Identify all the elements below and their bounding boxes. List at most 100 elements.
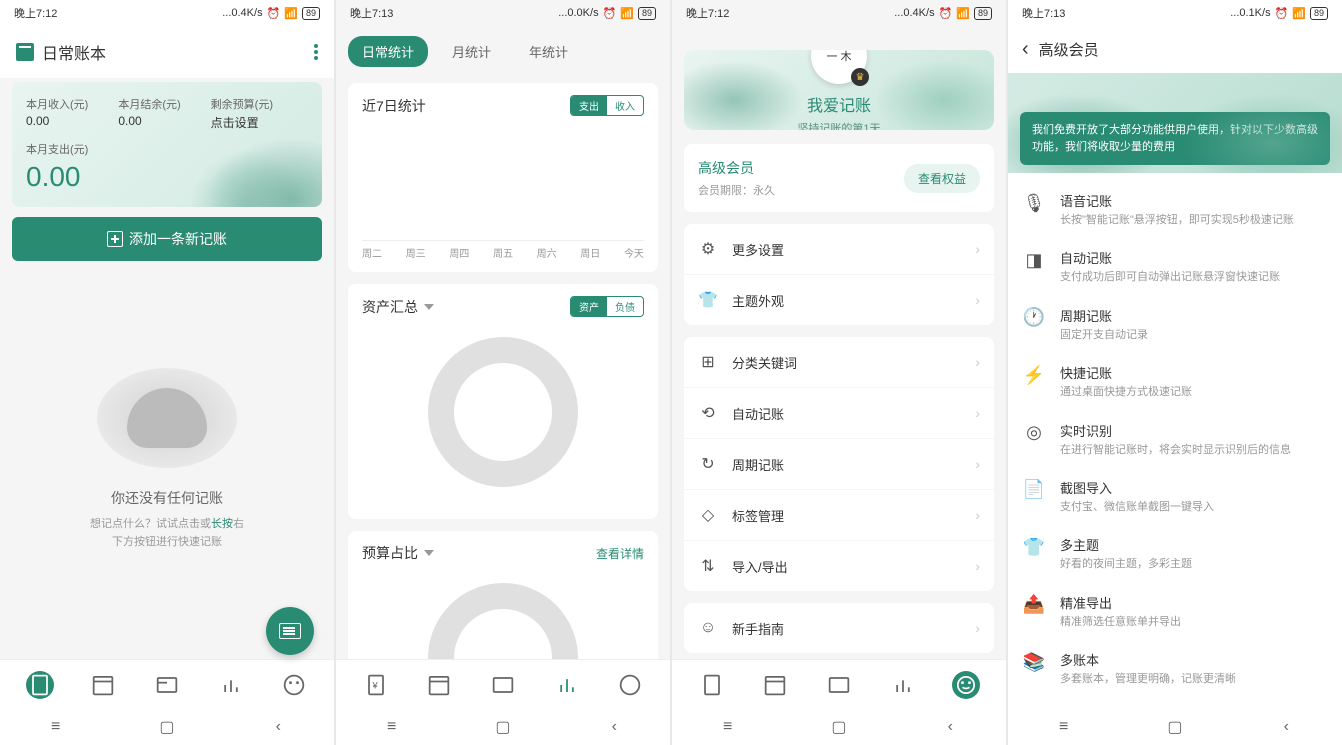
feature-multibook[interactable]: 📚多账本多套账本，管理更明确，记账更清晰 — [1022, 640, 1328, 697]
feature-export[interactable]: 📤精准导出精准筛选任意账单并导出 — [1022, 583, 1328, 640]
row-period[interactable]: ↻ 周期记账 › — [684, 439, 994, 490]
nav-mine-icon[interactable] — [616, 671, 644, 699]
sys-home-icon[interactable]: ▢ — [1166, 718, 1184, 736]
book-icon — [16, 43, 34, 61]
tab-daily[interactable]: 日常统计 — [348, 36, 428, 67]
card-title[interactable]: 预算占比 — [362, 543, 418, 563]
feat-title: 快捷记账 — [1060, 363, 1328, 382]
tab-monthly[interactable]: 月统计 — [438, 36, 505, 67]
nav-stats-icon[interactable] — [889, 671, 917, 699]
row-label: 分类关键词 — [732, 353, 975, 372]
view-benefits-button[interactable]: 查看权益 — [904, 164, 980, 193]
row-label: 更多设置 — [732, 240, 975, 259]
card-budget: 预算占比 查看详情 — [348, 531, 658, 659]
export-icon: 📤 — [1022, 593, 1046, 617]
feat-desc: 长按"智能记账"悬浮按钮，即可实现5秒极速记账 — [1060, 213, 1328, 228]
ledger-title[interactable]: 日常账本 — [42, 40, 314, 64]
sys-menu-icon[interactable]: ≡ — [47, 718, 65, 736]
feature-screenshot[interactable]: 📄截图导入支付宝、微信账单截图一键导入 — [1022, 468, 1328, 525]
row-tag[interactable]: ◇ 标签管理 › — [684, 490, 994, 541]
income-label: 本月收入(元) — [26, 96, 88, 112]
feature-theme[interactable]: 👕多主题好看的夜间主题，多彩主题 — [1022, 525, 1328, 582]
row-guide[interactable]: ☺ 新手指南 › — [684, 603, 994, 653]
vip-card[interactable]: 高级会员 会员期限：永久 查看权益 — [684, 144, 994, 212]
card-title[interactable]: 资产汇总 — [362, 297, 418, 317]
feat-desc: 通过桌面快捷方式极速记账 — [1060, 385, 1328, 400]
avatar[interactable]: 一 木 ♛ — [811, 50, 867, 84]
sys-back-icon[interactable]: ‹ — [1277, 718, 1295, 736]
tag-icon: ◇ — [698, 505, 718, 525]
row-auto[interactable]: ⟲ 自动记账 › — [684, 388, 994, 439]
io-icon: ⇅ — [698, 556, 718, 576]
card-7day: 近7日统计 支出 收入 周二 周三 周四 周五 周六 周日 今天 — [348, 83, 658, 272]
feature-quick[interactable]: ⚡快捷记账通过桌面快捷方式极速记账 — [1022, 353, 1328, 410]
nav-mine-icon[interactable] — [280, 671, 308, 699]
nav-calendar-icon[interactable] — [89, 671, 117, 699]
sys-home-icon[interactable]: ▢ — [830, 718, 848, 736]
nav-ledger-icon[interactable]: ¥ — [362, 671, 390, 699]
feat-desc: 固定开支自动记录 — [1060, 328, 1328, 343]
nav-calendar-icon[interactable] — [761, 671, 789, 699]
nav-mine-icon[interactable] — [952, 671, 980, 699]
battery-icon: 89 — [974, 7, 992, 20]
status-right: ...0.4K/s ⏰ 📶 89 — [894, 7, 992, 20]
nav-ledger-icon[interactable] — [698, 671, 726, 699]
more-icon[interactable] — [314, 44, 318, 60]
row-category[interactable]: ⊞ 分类关键词 › — [684, 337, 994, 388]
nav-ledger-icon[interactable] — [26, 671, 54, 699]
nav-asset-icon[interactable] — [825, 671, 853, 699]
view-detail-link[interactable]: 查看详情 — [596, 545, 644, 562]
books-icon: 📚 — [1022, 650, 1046, 674]
toggle-expense[interactable]: 支出 — [571, 96, 607, 115]
nav-stats-icon[interactable] — [553, 671, 581, 699]
add-record-button[interactable]: 添加一条新记账 — [12, 217, 322, 261]
sys-menu-icon[interactable]: ≡ — [719, 718, 737, 736]
feat-title: 多账本 — [1060, 650, 1328, 669]
back-icon[interactable]: ‹ — [1022, 38, 1029, 61]
file-icon: 📄 — [1022, 478, 1046, 502]
feat-title: 自动记账 — [1060, 248, 1328, 267]
bottom-nav: ¥ — [336, 659, 670, 709]
alarm-icon: ⏰ — [603, 7, 617, 20]
row-import-export[interactable]: ⇅ 导入/导出 › — [684, 541, 994, 591]
row-more-settings[interactable]: ⚙ 更多设置 › — [684, 224, 994, 275]
sys-home-icon[interactable]: ▢ — [158, 718, 176, 736]
sys-back-icon[interactable]: ‹ — [269, 718, 287, 736]
toggle-asset-btn[interactable]: 资产 — [571, 297, 607, 316]
status-time: 晚上7:13 — [1022, 5, 1065, 21]
feature-period[interactable]: 🕐周期记账固定开支自动记录 — [1022, 296, 1328, 353]
sys-back-icon[interactable]: ‹ — [605, 718, 623, 736]
feature-realtime[interactable]: ◎实时识别在进行智能记账时，将会实时显示识别后的信息 — [1022, 411, 1328, 468]
system-nav: ≡ ▢ ‹ — [0, 709, 334, 745]
feat-title: 周期记账 — [1060, 306, 1328, 325]
feat-desc: 支付成功后即可自动弹出记账悬浮窗快速记账 — [1060, 270, 1328, 285]
nav-asset-icon[interactable] — [489, 671, 517, 699]
budget-value[interactable]: 点击设置 — [211, 114, 273, 131]
row-label: 标签管理 — [732, 506, 975, 525]
fab-quick-record-button[interactable] — [266, 607, 314, 655]
summary-card[interactable]: 本月收入(元) 0.00 本月结余(元) 0.00 剩余预算(元) 点击设置 本… — [12, 82, 322, 207]
toggle-debt-btn[interactable]: 负债 — [607, 297, 643, 316]
tab-yearly[interactable]: 年统计 — [515, 36, 582, 67]
card-assets: 资产汇总 资产 负债 — [348, 284, 658, 519]
nav-asset-icon[interactable] — [153, 671, 181, 699]
sys-back-icon[interactable]: ‹ — [941, 718, 959, 736]
profile-card[interactable]: 一 木 ♛ 我爱记账 坚持记账的第1天 — [684, 50, 994, 130]
row-theme[interactable]: 👕 主题外观 › — [684, 275, 994, 325]
vip-expiry: 会员期限：永久 — [698, 182, 904, 198]
alarm-icon: ⏰ — [1275, 7, 1289, 20]
feature-voice[interactable]: 🎙语音记账长按"智能记账"悬浮按钮，即可实现5秒极速记账 — [1022, 181, 1328, 238]
sys-menu-icon[interactable]: ≡ — [383, 718, 401, 736]
x-tick: 周日 — [580, 245, 600, 260]
feature-auto[interactable]: ◨自动记账支付成功后即可自动弹出记账悬浮窗快速记账 — [1022, 238, 1328, 295]
chevron-right-icon: › — [975, 354, 980, 370]
toggle-income[interactable]: 收入 — [607, 96, 643, 115]
settings-group-b: ⊞ 分类关键词 › ⟲ 自动记账 › ↻ 周期记账 › ◇ 标签管理 › ⇅ 导 — [684, 337, 994, 591]
settings-group-a: ⚙ 更多设置 › 👕 主题外观 › — [684, 224, 994, 325]
nav-calendar-icon[interactable] — [425, 671, 453, 699]
nav-stats-icon[interactable] — [217, 671, 245, 699]
sys-menu-icon[interactable]: ≡ — [1055, 718, 1073, 736]
status-speed: ...0.1K/s — [1230, 7, 1270, 19]
screen-premium: 晚上7:13 ...0.1K/s ⏰ 📶 89 ‹ 高级会员 我们免费开放了大部… — [1008, 0, 1342, 745]
sys-home-icon[interactable]: ▢ — [494, 718, 512, 736]
